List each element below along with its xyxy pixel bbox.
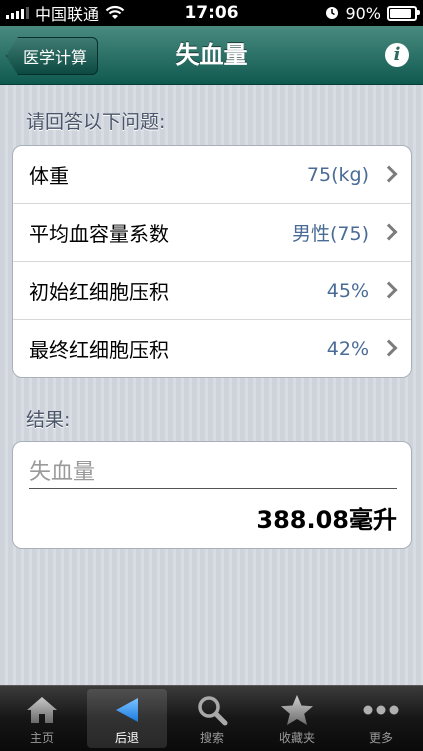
tab-back[interactable]: 后退 xyxy=(87,689,167,748)
main-content: 请回答以下问题: 体重 75(kg) 平均血容量系数 男性(75) 初始红细胞压… xyxy=(0,85,423,685)
result-value: 388.08毫升 xyxy=(256,506,397,534)
back-button-label: 医学计算 xyxy=(23,48,88,67)
row-value: 男性(75) xyxy=(291,223,369,245)
home-icon xyxy=(2,693,82,727)
row-final-hematocrit[interactable]: 最终红细胞压积 42% xyxy=(13,320,411,377)
chevron-right-icon xyxy=(380,223,398,241)
back-button[interactable]: 医学计算 xyxy=(6,37,99,75)
status-bar: 中国联通 17:06 90% xyxy=(0,0,423,26)
row-value: 75(kg) xyxy=(306,163,369,186)
tab-label: 后退 xyxy=(114,731,139,745)
row-value: 42% xyxy=(326,337,369,360)
star-icon xyxy=(257,693,337,727)
questions-group: 体重 75(kg) 平均血容量系数 男性(75) 初始红细胞压积 45% 最终红… xyxy=(12,145,412,378)
tab-bar: 主页 后退 搜索 收藏夹 更多 xyxy=(0,685,423,751)
tab-label: 更多 xyxy=(368,731,393,745)
result-name: 失血量 xyxy=(29,460,96,485)
result-group: 失血量 388.08毫升 xyxy=(12,441,412,549)
tab-more[interactable]: 更多 xyxy=(341,689,421,748)
more-icon xyxy=(341,693,421,727)
questions-header: 请回答以下问题: xyxy=(26,111,166,133)
status-right: 90% xyxy=(325,0,420,26)
back-arrow-icon xyxy=(87,693,167,727)
row-blood-volume-factor[interactable]: 平均血容量系数 男性(75) xyxy=(13,204,411,262)
row-initial-hematocrit[interactable]: 初始红细胞压积 45% xyxy=(13,262,411,320)
info-icon[interactable]: i xyxy=(385,43,409,67)
tab-home[interactable]: 主页 xyxy=(2,689,82,748)
row-label: 平均血容量系数 xyxy=(29,222,169,246)
chevron-right-icon xyxy=(380,339,398,357)
battery-icon xyxy=(387,5,420,21)
result-divider xyxy=(29,488,397,489)
chevron-right-icon xyxy=(380,165,398,183)
chevron-right-icon xyxy=(380,281,398,299)
navigation-bar: 失血量 医学计算 i xyxy=(0,26,423,85)
tab-label: 主页 xyxy=(29,731,54,745)
tab-favorites[interactable]: 收藏夹 xyxy=(257,689,337,748)
result-header: 结果: xyxy=(26,409,71,431)
tab-search[interactable]: 搜索 xyxy=(172,689,252,748)
row-label: 体重 xyxy=(29,164,69,188)
tab-label: 搜索 xyxy=(199,731,224,745)
row-weight[interactable]: 体重 75(kg) xyxy=(13,146,411,204)
tab-label: 收藏夹 xyxy=(278,731,315,745)
battery-percent: 90% xyxy=(345,3,381,23)
row-value: 45% xyxy=(326,279,369,302)
row-label: 初始红细胞压积 xyxy=(29,280,169,304)
search-icon xyxy=(172,693,252,727)
clock-icon xyxy=(326,7,339,19)
row-label: 最终红细胞压积 xyxy=(29,338,169,362)
